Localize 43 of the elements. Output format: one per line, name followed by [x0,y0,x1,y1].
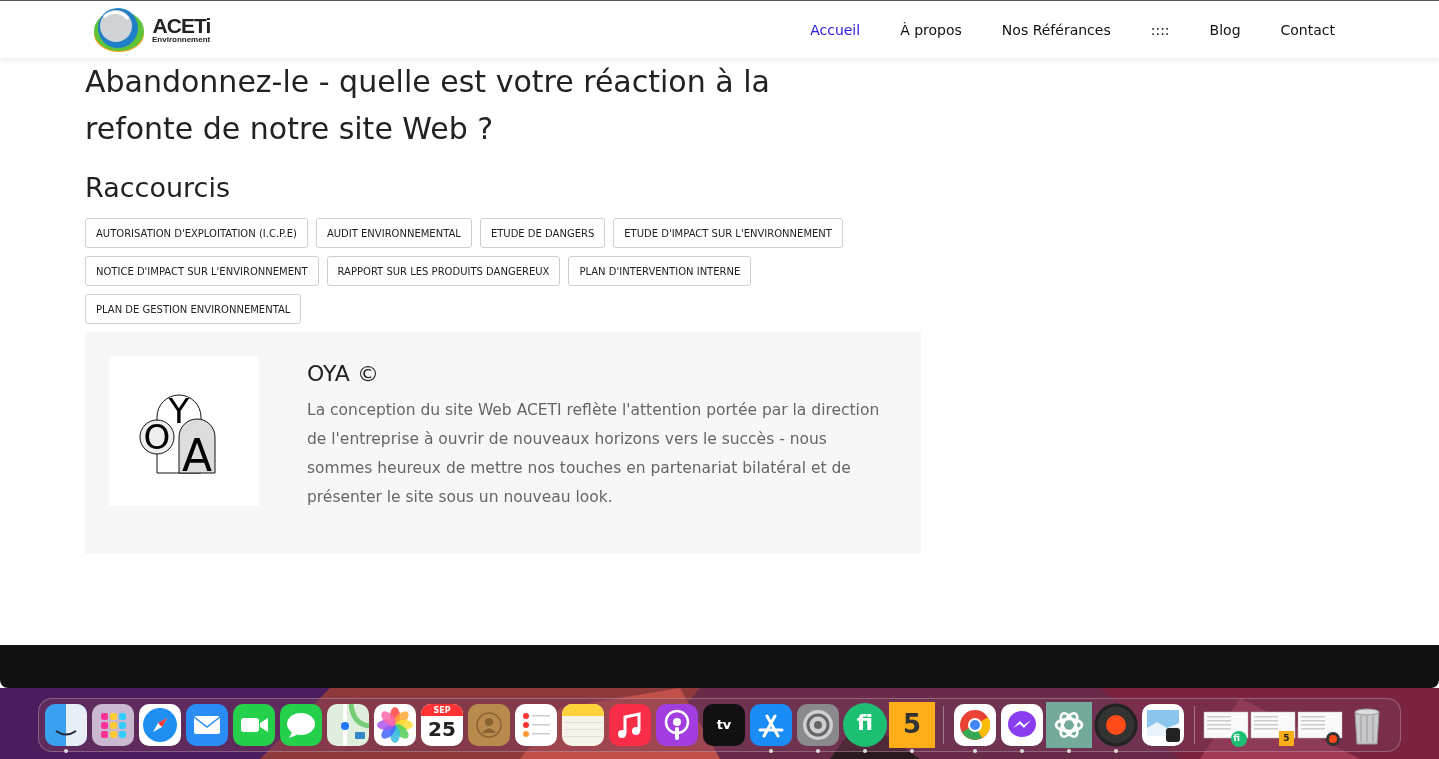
sphere-logo-icon [92,6,146,53]
tag-link[interactable]: ETUDE DE DANGERS [479,218,606,248]
chrome-icon[interactable] [952,702,998,748]
tag-link[interactable]: PLAN D'INTERVENTION INTERNE [568,256,752,286]
tag-link[interactable]: AUTORISATION D'EXPLOITATION (I.C.P.E) [85,218,308,248]
messenger-icon[interactable] [999,702,1045,748]
nav-link[interactable]: Accueil [810,21,861,38]
tag-link[interactable]: PLAN DE GESTION ENVIRONNEMENTAL [85,294,302,324]
podcast-icon[interactable] [654,702,700,748]
gear-icon[interactable] [795,702,841,748]
tag-link[interactable]: ETUDE D'IMPACT SUR L'ENVIRONNEMENT [613,218,843,248]
checklist-icon[interactable] [513,702,559,748]
author-bio: La conception du site Web ACETI reflète l'attention portée par la direction de l'entreprise à ouvrir de nouveaux horizons vers le succès - nous sommes heureux de mettre nos touches en partenariat bilatéral et de présenter le site sous un nouveau look. [307,400,881,508]
music-note-icon[interactable] [607,702,653,748]
section-heading: Raccourcis [85,171,231,205]
nav-link[interactable]: Blog [1209,21,1241,38]
nav-link[interactable]: :::: [1150,21,1170,38]
five-app-icon[interactable]: 5 [889,702,935,748]
flower-icon[interactable] [372,702,418,748]
app-store-icon[interactable] [748,702,794,748]
record-icon[interactable] [1093,702,1139,748]
video-camera-icon[interactable] [231,702,277,748]
compass-icon[interactable] [137,702,183,748]
speech-bubble-icon[interactable] [278,702,324,748]
tag-link[interactable]: RAPPORT SUR LES PRODUITS DANGEREUX [326,256,561,286]
face-icon[interactable] [43,702,89,748]
tv-app-icon[interactable]: tv [701,702,747,748]
notepad-icon[interactable] [560,702,606,748]
nav-link[interactable]: Contact [1280,21,1335,38]
photo-viewer-icon[interactable] [1140,702,1186,748]
nav-link[interactable]: Nos Référances [1001,21,1111,38]
map-icon[interactable] [325,702,371,748]
author-name: OYA © [307,360,380,388]
nav-link[interactable]: À propos [900,21,962,38]
calendar-icon[interactable]: SEP 25 [419,702,465,748]
tag-link[interactable]: NOTICE D'IMPACT SUR L'ENVIRONNEMENT [85,256,319,286]
app-grid-icon[interactable] [90,702,136,748]
article-title: Abandonnez-le - quelle est votre réaction à la refonte de notre site Web ? [85,63,771,148]
arch-logo-drawing: O Y A [139,387,229,475]
envelope-icon[interactable] [184,702,230,748]
logo-tagline: Environnement [152,36,211,44]
logo-wordmark: ACETi [152,15,211,36]
tag-link[interactable]: AUDIT ENVIRONNEMENTAL [315,218,472,248]
